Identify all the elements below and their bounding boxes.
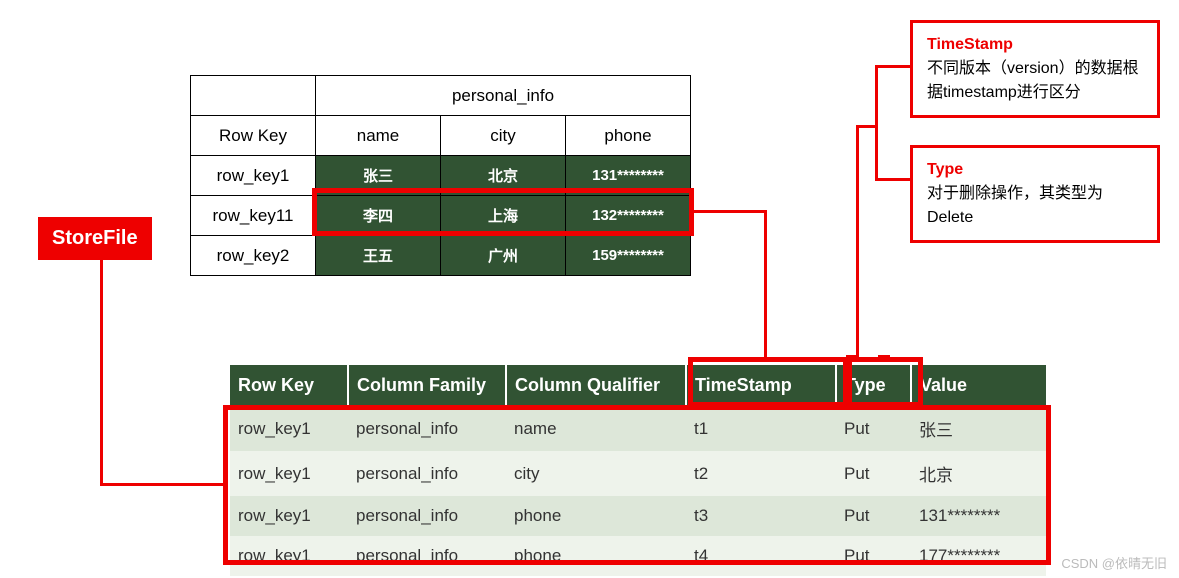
col-phone-header: phone bbox=[566, 116, 691, 156]
highlight-body bbox=[223, 405, 1051, 565]
col-header-cf: Column Family bbox=[348, 365, 506, 406]
connector-line bbox=[100, 483, 223, 486]
connector-line bbox=[100, 260, 103, 485]
row-key-cell: row_key2 bbox=[191, 236, 316, 276]
storefile-label: StoreFile bbox=[38, 217, 152, 260]
row-key-cell: row_key1 bbox=[191, 156, 316, 196]
cell-phone: 132******** bbox=[566, 196, 691, 236]
cell-name: 王五 bbox=[316, 236, 441, 276]
col-name-header: name bbox=[316, 116, 441, 156]
callout-title: TimeStamp bbox=[927, 33, 1143, 57]
watermark: CSDN @依晴无旧 bbox=[1061, 553, 1167, 572]
highlight-type bbox=[847, 357, 923, 407]
connector-line bbox=[856, 125, 859, 357]
cell-phone: 159******** bbox=[566, 236, 691, 276]
col-header-rowkey: Row Key bbox=[230, 365, 348, 406]
header-row: Row Key Column Family Column Qualifier T… bbox=[230, 365, 1046, 406]
highlight-timestamp bbox=[688, 357, 848, 407]
col-city-header: city bbox=[441, 116, 566, 156]
connector-line bbox=[694, 210, 766, 213]
cell-name: 李四 bbox=[316, 196, 441, 236]
callout-timestamp: TimeStamp 不同版本（version）的数据根据timestamp进行区… bbox=[910, 20, 1160, 118]
logical-view-table: personal_info Row Key name city phone ro… bbox=[190, 75, 691, 276]
connector-line bbox=[875, 178, 910, 181]
connector-line bbox=[856, 125, 878, 128]
col-header-cq: Column Qualifier bbox=[506, 365, 686, 406]
table-row: row_key11 李四 上海 132******** bbox=[191, 196, 691, 236]
callout-type: Type 对于删除操作，其类型为Delete bbox=[910, 145, 1160, 243]
cell-name: 张三 bbox=[316, 156, 441, 196]
callout-title: Type bbox=[927, 158, 1143, 182]
callout-desc: 不同版本（version）的数据根据timestamp进行区分 bbox=[927, 57, 1143, 105]
callout-desc: 对于删除操作，其类型为Delete bbox=[927, 182, 1143, 230]
connector-line bbox=[764, 210, 767, 358]
cell-phone: 131******** bbox=[566, 156, 691, 196]
cell-city: 广州 bbox=[441, 236, 566, 276]
col-header-value: Value bbox=[911, 365, 1046, 406]
row-key-cell: row_key11 bbox=[191, 196, 316, 236]
cell-city: 上海 bbox=[441, 196, 566, 236]
table-row: row_key1 张三 北京 131******** bbox=[191, 156, 691, 196]
column-family-header: personal_info bbox=[316, 76, 691, 116]
empty-cell bbox=[191, 76, 316, 116]
cell-city: 北京 bbox=[441, 156, 566, 196]
connector-line bbox=[875, 65, 878, 180]
connector-line bbox=[875, 65, 910, 68]
rowkey-header: Row Key bbox=[191, 116, 316, 156]
table-row: row_key2 王五 广州 159******** bbox=[191, 236, 691, 276]
